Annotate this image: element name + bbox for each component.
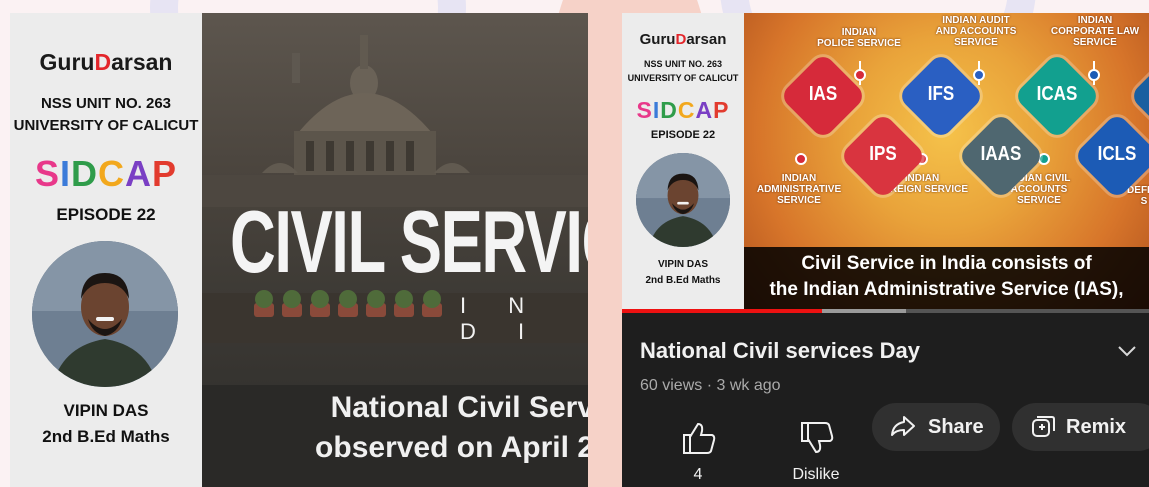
- sidcap-letter: I: [59, 153, 71, 194]
- gurudarsan-logo: GuruDarsan: [639, 31, 727, 48]
- sidcap-letter: S: [636, 97, 653, 123]
- label-audit-service: INDIAN AUDIT AND ACCOUNTS SERVICE: [935, 15, 1017, 48]
- presenter-name: VIPIN DAS: [657, 259, 708, 270]
- unit-label: NSS UNIT NO. 263: [40, 95, 172, 112]
- service-diamond-label: IAS: [808, 83, 838, 105]
- remix-label: Remix: [1066, 416, 1127, 438]
- left-sidebar-card: GuruDarsan NSS UNIT NO. 263 UNIVERSITY O…: [10, 13, 202, 487]
- video-title[interactable]: National Civil services Day: [640, 338, 920, 364]
- label-administrative-service: INDIAN ADMINISTRATIVE SERVICE: [756, 173, 842, 206]
- left-thumbnail: CIVIL SERVIC I N D I National Civil Serv…: [202, 13, 588, 487]
- caption-line-1: Civil Service in India consists of: [801, 253, 1092, 274]
- caption-bar: Civil Service in India consists of the I…: [744, 247, 1149, 309]
- upload-age: 3 wk ago: [716, 377, 781, 394]
- video-player[interactable]: GuruDarsan NSS UNIT NO. 263 UNIVERSITY O…: [622, 13, 1149, 311]
- sidcap-letter: C: [677, 97, 696, 123]
- sidcap-letter: A: [695, 97, 714, 123]
- dislike-icon[interactable]: [796, 421, 836, 455]
- university-label: UNIVERSITY OF CALICUT: [627, 73, 739, 83]
- gurudarsan-logo: GuruDarsan: [39, 49, 173, 75]
- progress-bar[interactable]: [622, 309, 1149, 313]
- dislike-label: Dislike: [792, 466, 840, 483]
- right-sidebar-card: GuruDarsan NSS UNIT NO. 263 UNIVERSITY O…: [622, 13, 744, 311]
- share-button[interactable]: Share: [872, 403, 1000, 451]
- presenter-role: 2nd B.Ed Maths: [42, 427, 170, 446]
- sidcap-letter: C: [98, 153, 125, 194]
- sidcap-letter: A: [125, 153, 152, 194]
- left-video-frame[interactable]: GuruDarsan NSS UNIT NO. 263 UNIVERSITY O…: [10, 13, 588, 487]
- service-diamond-label: ICAS: [1036, 83, 1078, 105]
- sidcap-letter: P: [713, 97, 730, 123]
- caption-line-2: the Indian Administrative Service (IAS),: [769, 279, 1124, 300]
- label-police-service: INDIAN POLICE SERVICE: [817, 27, 901, 49]
- video-meta: 60 views · 3 wk ago: [640, 377, 781, 395]
- sidcap-logo: SIDCAP: [10, 153, 202, 195]
- sidcap-letter: P: [152, 153, 178, 194]
- like-count: 4: [693, 466, 703, 483]
- played-bar: [622, 309, 822, 313]
- sidcap-logo: SIDCAP: [622, 97, 744, 124]
- buffered-bar: [822, 309, 906, 313]
- meta-separator: ·: [706, 377, 713, 394]
- share-icon: [891, 416, 915, 436]
- caption-line-2: observed on April 2: [315, 431, 588, 464]
- thumbnail-subheadline: I N D I: [460, 293, 543, 344]
- unit-label: NSS UNIT NO. 263: [643, 59, 723, 69]
- sidcap-letter: D: [660, 97, 678, 123]
- service-diamond-label: ICLS: [1097, 143, 1137, 165]
- service-diamond-label: IAAS: [980, 143, 1022, 165]
- service-diamond-label: IPS: [869, 143, 897, 165]
- view-count: 60 views: [640, 377, 703, 394]
- like-icon[interactable]: [678, 421, 718, 455]
- avatar: [636, 153, 730, 247]
- presenter-name: VIPIN DAS: [63, 401, 149, 420]
- episode-label: EPISODE 22: [650, 129, 716, 141]
- presenter-role: 2nd B.Ed Maths: [645, 275, 721, 286]
- sidcap-letter: S: [34, 153, 60, 194]
- share-label: Share: [928, 416, 984, 438]
- remix-button[interactable]: Remix: [1012, 403, 1149, 451]
- avatar: [32, 241, 178, 387]
- sidcap-letter: I: [652, 97, 661, 123]
- episode-label: EPISODE 22: [56, 205, 156, 224]
- university-label: UNIVERSITY OF CALICUT: [13, 117, 199, 134]
- right-video-page: GuruDarsan NSS UNIT NO. 263 UNIVERSITY O…: [622, 13, 1149, 487]
- chevron-down-icon[interactable]: [1116, 343, 1138, 359]
- sidcap-letter: D: [71, 153, 98, 194]
- thumbnail-headline: CIVIL SERVIC: [230, 192, 588, 291]
- label-corporate-law: INDIAN CORPORATE LAW SERVICE: [1050, 15, 1140, 48]
- remix-icon: [1032, 416, 1055, 437]
- service-diamond-label: IFS: [927, 83, 955, 105]
- caption-line-1: National Civil Serv: [330, 391, 588, 424]
